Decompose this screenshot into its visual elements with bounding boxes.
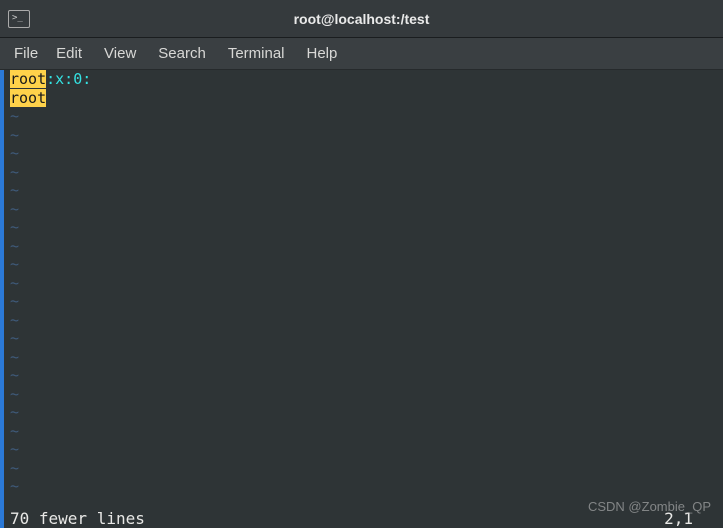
menu-file[interactable]: File: [14, 45, 38, 62]
menu-search[interactable]: Search: [158, 45, 206, 62]
menu-bar: File Edit View Search Terminal Help: [0, 38, 723, 70]
tilde-line: ~: [4, 181, 723, 200]
search-highlight: root: [10, 89, 46, 107]
tilde-line: ~: [4, 200, 723, 219]
title-bar: >_ root@localhost:/test: [0, 0, 723, 38]
terminal-body[interactable]: root:x:0: root ~~~~~~~~~~~~~~~~~~~~~ 70 …: [0, 70, 723, 528]
tilde-line: ~: [4, 329, 723, 348]
tilde-line: ~: [4, 477, 723, 496]
tilde-line: ~: [4, 422, 723, 441]
tilde-line: ~: [4, 237, 723, 256]
menu-help[interactable]: Help: [307, 45, 338, 62]
empty-lines: ~~~~~~~~~~~~~~~~~~~~~: [4, 107, 723, 496]
tilde-line: ~: [4, 218, 723, 237]
window-title: root@localhost:/test: [34, 11, 689, 27]
tilde-line: ~: [4, 107, 723, 126]
status-message: 70 fewer lines: [4, 510, 723, 528]
menu-edit[interactable]: Edit: [56, 45, 82, 62]
tilde-line: ~: [4, 144, 723, 163]
editor-line-1: root:x:0:: [4, 70, 723, 89]
cursor-position: 2,1: [664, 510, 693, 528]
menu-terminal[interactable]: Terminal: [228, 45, 285, 62]
tilde-line: ~: [4, 292, 723, 311]
menu-view[interactable]: View: [104, 45, 136, 62]
tilde-line: ~: [4, 440, 723, 459]
tilde-line: ~: [4, 255, 723, 274]
terminal-icon: >_: [8, 10, 30, 28]
search-highlight: root: [10, 70, 46, 88]
tilde-line: ~: [4, 366, 723, 385]
tilde-line: ~: [4, 348, 723, 367]
tilde-line: ~: [4, 126, 723, 145]
tilde-line: ~: [4, 274, 723, 293]
tilde-line: ~: [4, 311, 723, 330]
tilde-line: ~: [4, 403, 723, 422]
tilde-line: ~: [4, 385, 723, 404]
prompt-glyph: >_: [12, 14, 23, 23]
tilde-line: ~: [4, 459, 723, 478]
editor-line-2: root: [4, 89, 723, 108]
tilde-line: ~: [4, 163, 723, 182]
line1-text: :x:0:: [46, 70, 91, 88]
